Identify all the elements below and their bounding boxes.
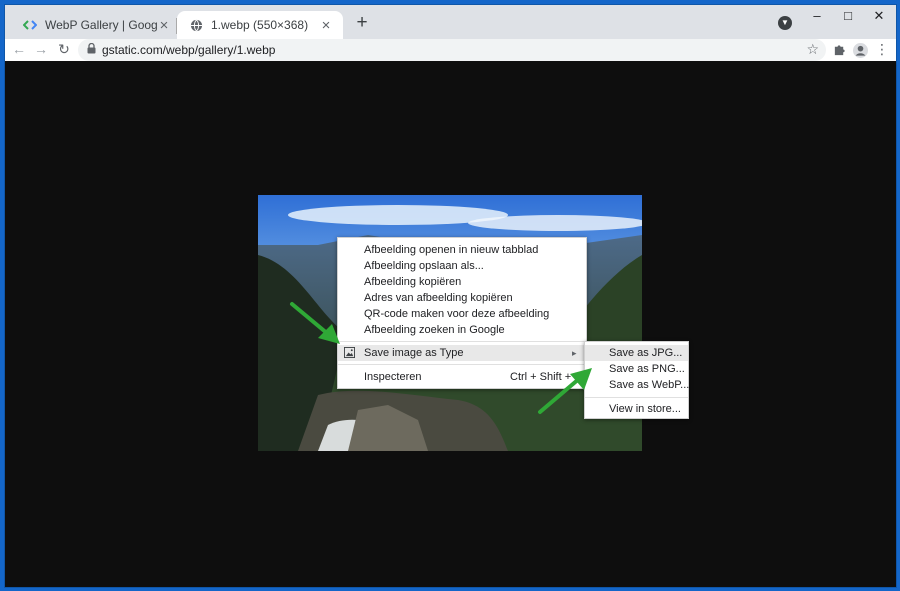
extensions-puzzle-icon[interactable]: [831, 41, 847, 59]
menu-item-search-image-google[interactable]: Afbeelding zoeken in Google: [364, 322, 505, 338]
tab-close-icon[interactable]: ×: [157, 17, 171, 34]
reload-icon[interactable]: ↻: [56, 41, 72, 58]
close-window-button[interactable]: ✕: [863, 8, 895, 24]
forward-arrow-icon[interactable]: →: [33, 41, 49, 57]
url-text: gstatic.com/webp/gallery/1.webp: [102, 43, 276, 57]
menu-item-open-image-new-tab[interactable]: Afbeelding openen in nieuw tabblad: [364, 242, 538, 258]
menu-item-save-image-as-type[interactable]: Save image as Type ▸: [338, 345, 586, 361]
submenu-arrow-icon: ▸: [572, 348, 577, 358]
back-arrow-icon[interactable]: ←: [11, 41, 27, 57]
submenu-item-save-as-png[interactable]: Save as PNG...: [609, 361, 685, 377]
profile-avatar-icon[interactable]: [852, 41, 868, 61]
maximize-button[interactable]: □: [832, 8, 864, 23]
tab-title: WebP Gallery | Google Developers: [45, 18, 157, 32]
minimize-button[interactable]: –: [801, 8, 833, 23]
menu-item-copy-image-address[interactable]: Adres van afbeelding kopiëren: [364, 290, 513, 306]
tab-search-icon[interactable]: ▼: [778, 16, 792, 30]
submenu-item-save-as-webp[interactable]: Save as WebP...: [609, 377, 689, 393]
lock-icon[interactable]: [87, 42, 96, 57]
bookmark-star-icon[interactable]: ☆: [806, 41, 819, 58]
menu-item-copy-image[interactable]: Afbeelding kopiëren: [364, 274, 461, 290]
annotation-arrow-icon: [290, 302, 340, 344]
tab-strip: WebP Gallery | Google Developers × 1.web…: [5, 5, 896, 39]
save-as-type-submenu: Save as JPG... Save as PNG... Save as We…: [584, 341, 689, 419]
annotation-arrow-icon: [538, 368, 592, 414]
more-menu-icon[interactable]: ⋮: [874, 41, 890, 58]
tab-close-icon[interactable]: ×: [319, 17, 333, 34]
address-bar[interactable]: gstatic.com/webp/gallery/1.webp ☆: [78, 39, 826, 61]
menu-item-save-image-as[interactable]: Afbeelding opslaan als...: [364, 258, 484, 274]
tab-title: 1.webp (550×368): [211, 18, 309, 32]
menu-divider: [338, 341, 586, 342]
inspect-label: Inspecteren: [364, 371, 422, 383]
tab-webp-gallery[interactable]: WebP Gallery | Google Developers ×: [11, 11, 181, 39]
google-developers-favicon-icon: [23, 18, 37, 32]
globe-icon: [189, 18, 203, 32]
submenu-item-view-in-store[interactable]: View in store...: [609, 401, 681, 417]
toolbar: ← → ↻ gstatic.com/webp/gallery/1.webp ☆ …: [5, 39, 896, 61]
submenu-item-save-as-jpg[interactable]: Save as JPG...: [585, 345, 688, 361]
menu-item-create-qr-code[interactable]: QR-code maken voor deze afbeelding: [364, 306, 549, 322]
save-as-type-label: Save image as Type: [364, 347, 464, 359]
new-tab-button[interactable]: +: [351, 12, 373, 34]
tab-1-webp[interactable]: 1.webp (550×368) ×: [177, 11, 343, 39]
menu-divider: [585, 397, 688, 398]
